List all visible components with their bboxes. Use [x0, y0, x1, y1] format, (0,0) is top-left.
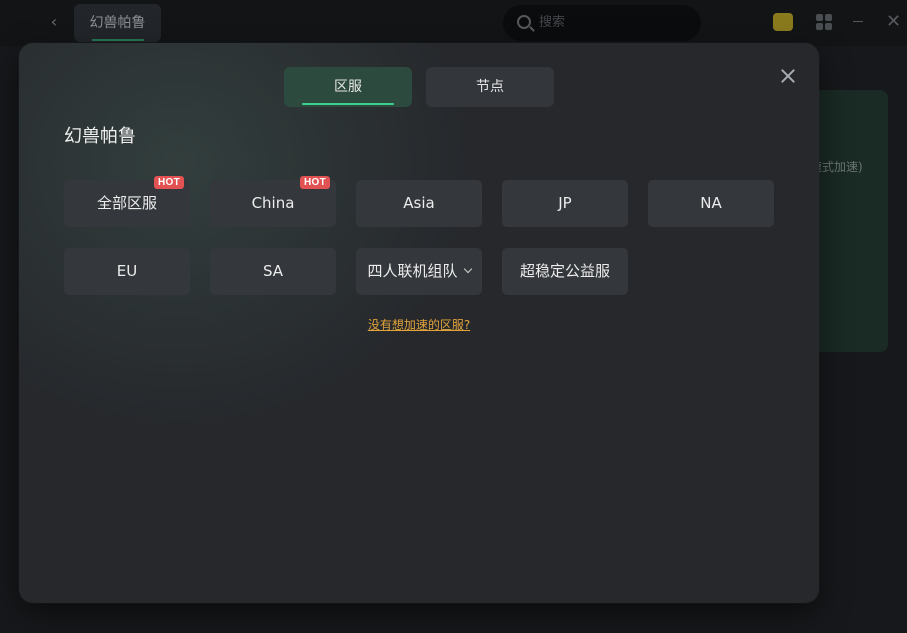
region-button-sa[interactable]: SA — [210, 248, 336, 295]
back-chevron-icon[interactable]: ‹ — [44, 12, 64, 32]
search-placeholder: 搜索 — [539, 15, 566, 30]
region-label: EU — [116, 262, 138, 280]
hot-badge: HOT — [153, 176, 184, 189]
minimize-icon[interactable] — [853, 21, 863, 22]
hot-badge: HOT — [299, 176, 330, 189]
game-tab-underline — [92, 39, 144, 41]
region-button-jp[interactable]: JP — [502, 180, 628, 227]
tab-node-label: 节点 — [476, 79, 504, 95]
region-button-all[interactable]: 全部区服 HOT — [64, 176, 190, 227]
close-icon[interactable] — [777, 65, 799, 87]
region-button-china[interactable]: China HOT — [210, 176, 336, 227]
tab-region[interactable]: 区服 — [284, 67, 412, 107]
tab-region-label: 区服 — [334, 79, 362, 95]
tab-node[interactable]: 节点 — [426, 67, 554, 107]
apps-grid-icon[interactable] — [816, 14, 832, 30]
region-label: NA — [700, 194, 722, 212]
region-label: Asia — [403, 194, 435, 212]
region-button-asia[interactable]: Asia — [356, 180, 482, 227]
region-label: JP — [558, 194, 572, 212]
region-button-stable-public[interactable]: 超稳定公益服 — [502, 248, 628, 295]
region-label: SA — [262, 262, 284, 280]
background-card — [810, 90, 888, 352]
window-close-icon[interactable]: ✕ — [886, 12, 901, 32]
region-button-four-player-team[interactable]: 四人联机组队 — [356, 248, 482, 295]
region-button-eu[interactable]: EU — [64, 248, 190, 295]
region-label: 全部区服 — [96, 194, 157, 212]
chevron-down-icon — [463, 264, 472, 274]
region-select-modal: 区服 节点 幻兽帕鲁 全部区服 HOT China HOT Asia JP NA… — [19, 43, 819, 603]
gift-icon[interactable] — [773, 13, 793, 31]
game-tab[interactable]: 幻兽帕鲁 — [74, 4, 161, 42]
search-box[interactable]: 搜索 — [503, 5, 701, 41]
region-button-na[interactable]: NA — [648, 180, 774, 227]
region-label: 四人联机组队 — [367, 262, 458, 280]
region-label: 超稳定公益服 — [519, 262, 610, 280]
game-title: 幻兽帕鲁 — [64, 126, 136, 147]
region-label: China — [251, 194, 295, 212]
search-icon — [517, 15, 531, 29]
active-tab-indicator — [302, 103, 394, 105]
missing-region-link[interactable]: 没有想加速的区服? — [19, 316, 819, 333]
